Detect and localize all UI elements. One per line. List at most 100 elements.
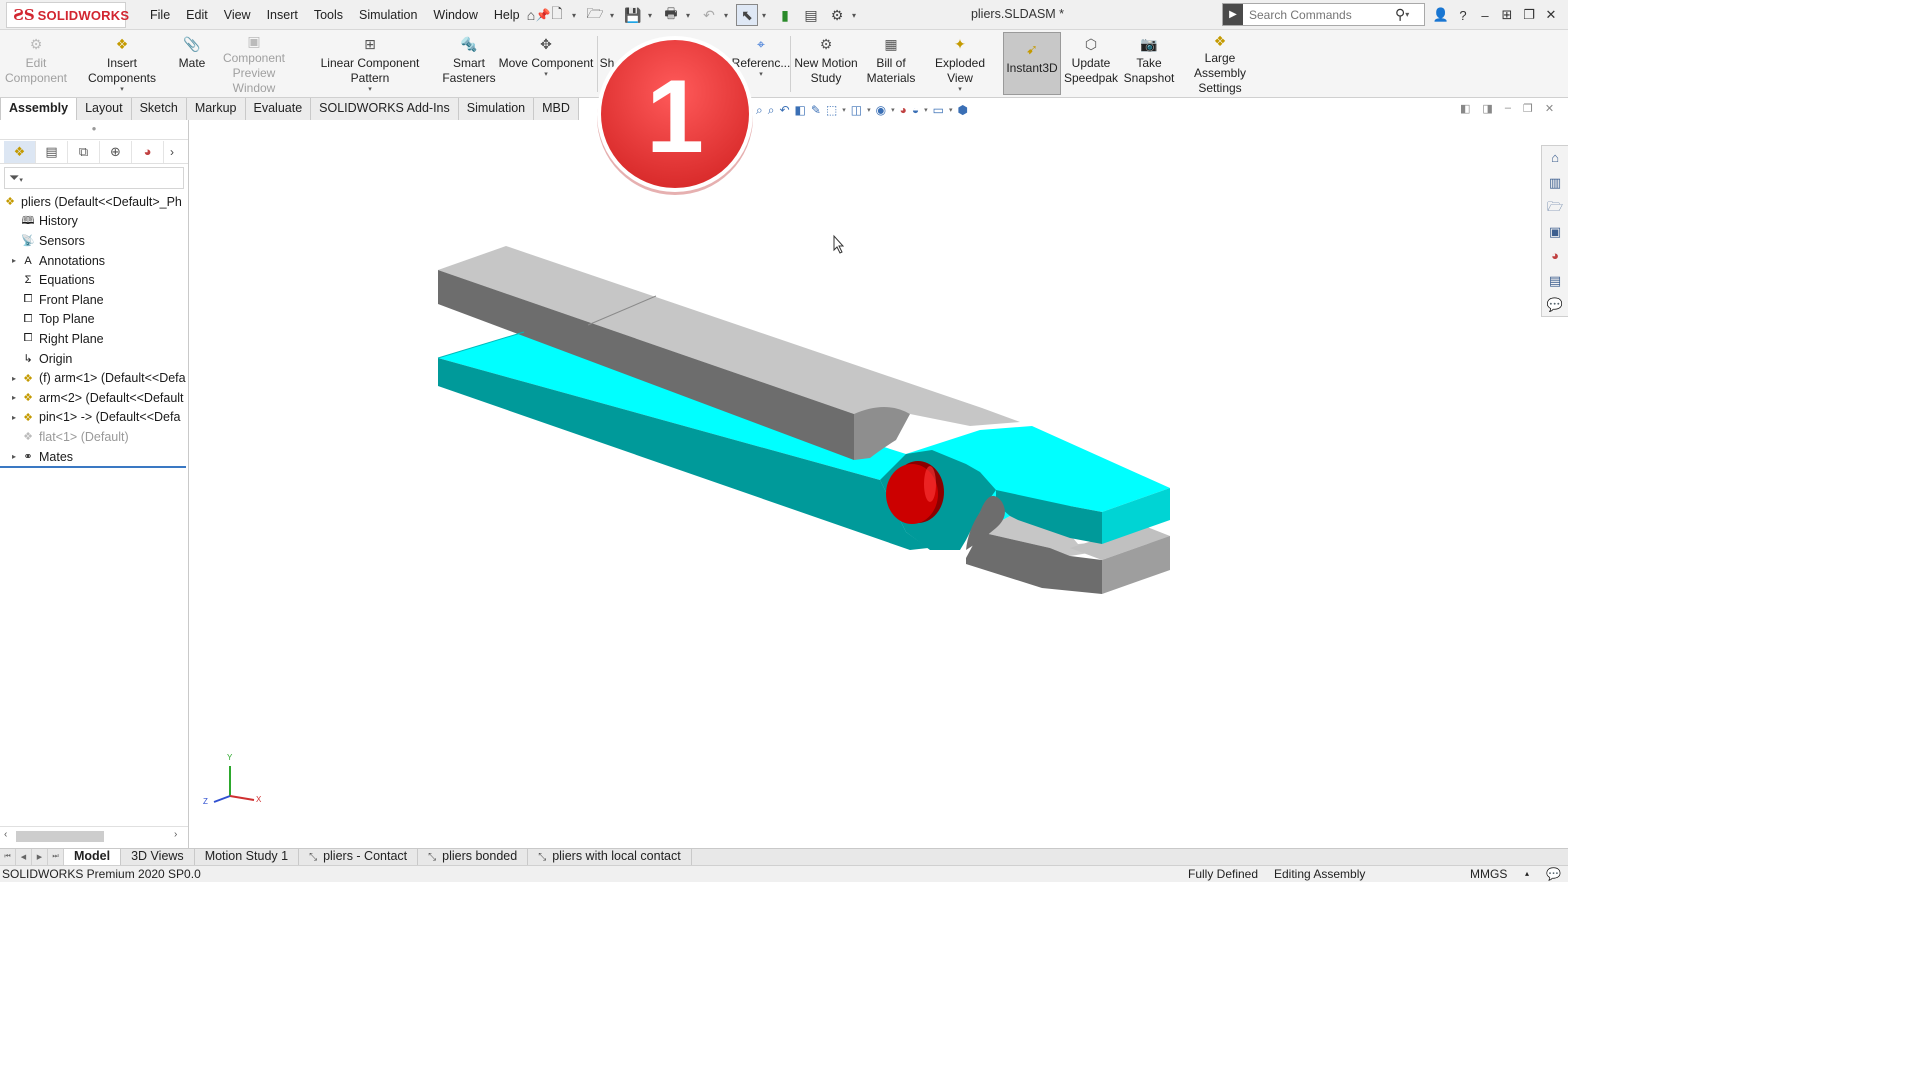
feature-manager-tab-icon[interactable]: ❖: [4, 140, 36, 163]
select-dropdown-icon[interactable]: ▾: [762, 11, 770, 20]
tab-pliers-bonded[interactable]: ⤡ pliers bonded: [418, 849, 529, 865]
design-library-icon[interactable]: ▥: [1542, 171, 1568, 196]
rollback-bar[interactable]: [0, 466, 186, 468]
tab-simulation[interactable]: Simulation: [458, 98, 535, 120]
tree-expander-icon[interactable]: ▸: [8, 413, 20, 422]
menu-tools[interactable]: Tools: [306, 8, 351, 22]
pliers-3d-model[interactable]: Y X Z: [190, 120, 1540, 848]
scroll-thumb[interactable]: [16, 831, 104, 842]
panel-horizontal-scrollbar[interactable]: ‹ ›: [0, 826, 188, 843]
new-dropdown-icon[interactable]: ▾: [572, 11, 580, 20]
view-cube-icon[interactable]: ⬢: [958, 103, 968, 117]
section-view-icon[interactable]: ◧: [795, 103, 806, 117]
viewport-restore-icon[interactable]: ❐: [1523, 102, 1533, 115]
tree-node[interactable]: ▸ A Annotations: [0, 251, 188, 271]
solidworks-resources-icon[interactable]: ⌂: [1542, 146, 1568, 171]
rebuild-icon[interactable]: ▮: [774, 4, 796, 26]
tab-markup[interactable]: Markup: [186, 98, 246, 120]
tree-node[interactable]: ▸ ❖ arm<2> (Default<<Default: [0, 388, 188, 408]
new-document-icon[interactable]: 🗋: [546, 4, 568, 26]
units-selector[interactable]: MMGS: [1470, 867, 1507, 881]
appearances-icon[interactable]: ◕: [1542, 244, 1568, 269]
reference-geometry-dropdown-icon[interactable]: ▾: [759, 71, 763, 79]
hide-show-items-icon[interactable]: ◉: [876, 103, 886, 117]
restore-icon[interactable]: ❐: [1520, 7, 1538, 23]
previous-view-icon[interactable]: ↶: [779, 103, 789, 117]
insert-components-dropdown-icon[interactable]: ▾: [120, 86, 124, 94]
move-component-dropdown-icon[interactable]: ▾: [544, 71, 548, 79]
file-explorer-icon[interactable]: 🗁: [1542, 195, 1568, 220]
take-snapshot-button[interactable]: 📷 Take Snapshot: [1122, 34, 1176, 94]
linear-pattern-dropdown-icon[interactable]: ▾: [368, 86, 372, 94]
undo-icon[interactable]: ↶: [698, 4, 720, 26]
menu-simulation[interactable]: Simulation: [351, 8, 425, 22]
close-icon[interactable]: ✕: [1542, 7, 1560, 23]
tree-node[interactable]: ⧠ Top Plane: [0, 310, 188, 330]
tab-3d-views[interactable]: 3D Views: [121, 849, 195, 865]
zoom-to-area-icon[interactable]: ⌕: [768, 103, 775, 118]
help-icon[interactable]: ?: [1454, 8, 1472, 23]
property-manager-tab-icon[interactable]: ▤: [36, 140, 68, 163]
first-tab-icon[interactable]: ⏮: [0, 849, 16, 865]
units-dropdown-icon[interactable]: ▴: [1525, 869, 1529, 878]
open-dropdown-icon[interactable]: ▾: [610, 11, 618, 20]
file-properties-icon[interactable]: ▤: [800, 4, 822, 26]
apply-scene-icon[interactable]: ◒: [912, 103, 919, 117]
tree-node[interactable]: ⧠ Right Plane: [0, 329, 188, 349]
tab-model[interactable]: Model: [64, 849, 122, 865]
dynamic-annotation-icon[interactable]: ✎: [811, 103, 821, 117]
exploded-view-button[interactable]: ✦ Exploded View ▾: [922, 34, 998, 94]
zoom-to-fit-icon[interactable]: ⌕: [756, 103, 763, 118]
tree-filter-field[interactable]: ⏷▾: [4, 167, 184, 189]
panel-collapse-handle[interactable]: ●: [0, 120, 188, 140]
tree-node[interactable]: 📡 Sensors: [0, 231, 188, 251]
move-component-button[interactable]: ✥ Move Component ▾: [498, 34, 594, 94]
tab-assembly[interactable]: Assembly: [0, 98, 78, 120]
tab-evaluate[interactable]: Evaluate: [245, 98, 312, 120]
tab-motion-study-1[interactable]: Motion Study 1: [195, 849, 300, 865]
tab-solidworks-add-ins[interactable]: SOLIDWORKS Add-Ins: [311, 98, 459, 120]
print-dropdown-icon[interactable]: ▾: [686, 11, 694, 20]
tab-layout[interactable]: Layout: [77, 98, 132, 120]
undo-dropdown-icon[interactable]: ▾: [724, 11, 732, 20]
previous-tab-icon[interactable]: ◀: [16, 849, 32, 865]
menu-insert[interactable]: Insert: [259, 8, 306, 22]
minimize-icon[interactable]: –: [1476, 8, 1494, 23]
tree-expander-icon[interactable]: ▸: [8, 374, 20, 383]
new-motion-study-button[interactable]: ⚙ New Motion Study: [793, 34, 859, 94]
display-manager-tab-icon[interactable]: ◕: [132, 140, 164, 163]
solidworks-logo[interactable]: ƧS SOLIDWORKS: [6, 2, 129, 28]
view-palette-icon[interactable]: ▣: [1542, 220, 1568, 245]
search-dropdown-icon[interactable]: ▾: [1405, 10, 1413, 19]
edit-appearance-icon[interactable]: ◕: [900, 103, 907, 117]
viewport-minimize-icon[interactable]: –: [1505, 102, 1511, 115]
instant3d-button[interactable]: ➹ Instant3D: [1003, 32, 1061, 95]
scene-dropdown-icon[interactable]: ▾: [924, 106, 928, 114]
menu-edit[interactable]: Edit: [178, 8, 216, 22]
tree-node[interactable]: ⧠ Front Plane: [0, 290, 188, 310]
smart-fasteners-button[interactable]: 🔩 Smart Fasteners: [442, 34, 496, 94]
next-tab-icon[interactable]: ▶: [32, 849, 48, 865]
select-cursor-icon[interactable]: ⬉: [736, 4, 758, 26]
tree-node[interactable]: 🕮 History: [0, 212, 188, 232]
menu-window[interactable]: Window: [425, 8, 485, 22]
user-icon[interactable]: 👤: [1432, 7, 1450, 23]
display-style-dropdown-icon[interactable]: ▾: [867, 106, 871, 114]
dimxpert-manager-tab-icon[interactable]: ⊕: [100, 140, 132, 163]
hide-show-dropdown-icon[interactable]: ▾: [891, 106, 895, 114]
tree-expander-icon[interactable]: ▸: [8, 256, 20, 265]
rebuild-chat-icon[interactable]: 💬: [1546, 867, 1561, 881]
linear-component-pattern-button[interactable]: ⊞ Linear Component Pattern ▾: [300, 34, 440, 94]
tree-expander-icon[interactable]: ▸: [8, 452, 20, 461]
tree-node[interactable]: ↳ Origin: [0, 349, 188, 369]
scroll-left-icon[interactable]: ‹: [4, 829, 7, 840]
viewport-tile-right-icon[interactable]: ◨: [1482, 102, 1492, 115]
tab-pliers-contact[interactable]: ⤡ pliers - Contact: [299, 849, 419, 865]
graphics-area[interactable]: Y X Z: [190, 120, 1540, 848]
exploded-view-dropdown-icon[interactable]: ▾: [958, 86, 962, 94]
tree-node[interactable]: ▸ ⚭ Mates: [0, 447, 188, 467]
tab-mbd[interactable]: MBD: [534, 98, 579, 120]
print-icon[interactable]: 🖶: [660, 4, 682, 26]
custom-properties-icon[interactable]: ▤: [1542, 269, 1568, 294]
tree-node[interactable]: ❖ pliers (Default<<Default>_Ph: [0, 192, 188, 212]
